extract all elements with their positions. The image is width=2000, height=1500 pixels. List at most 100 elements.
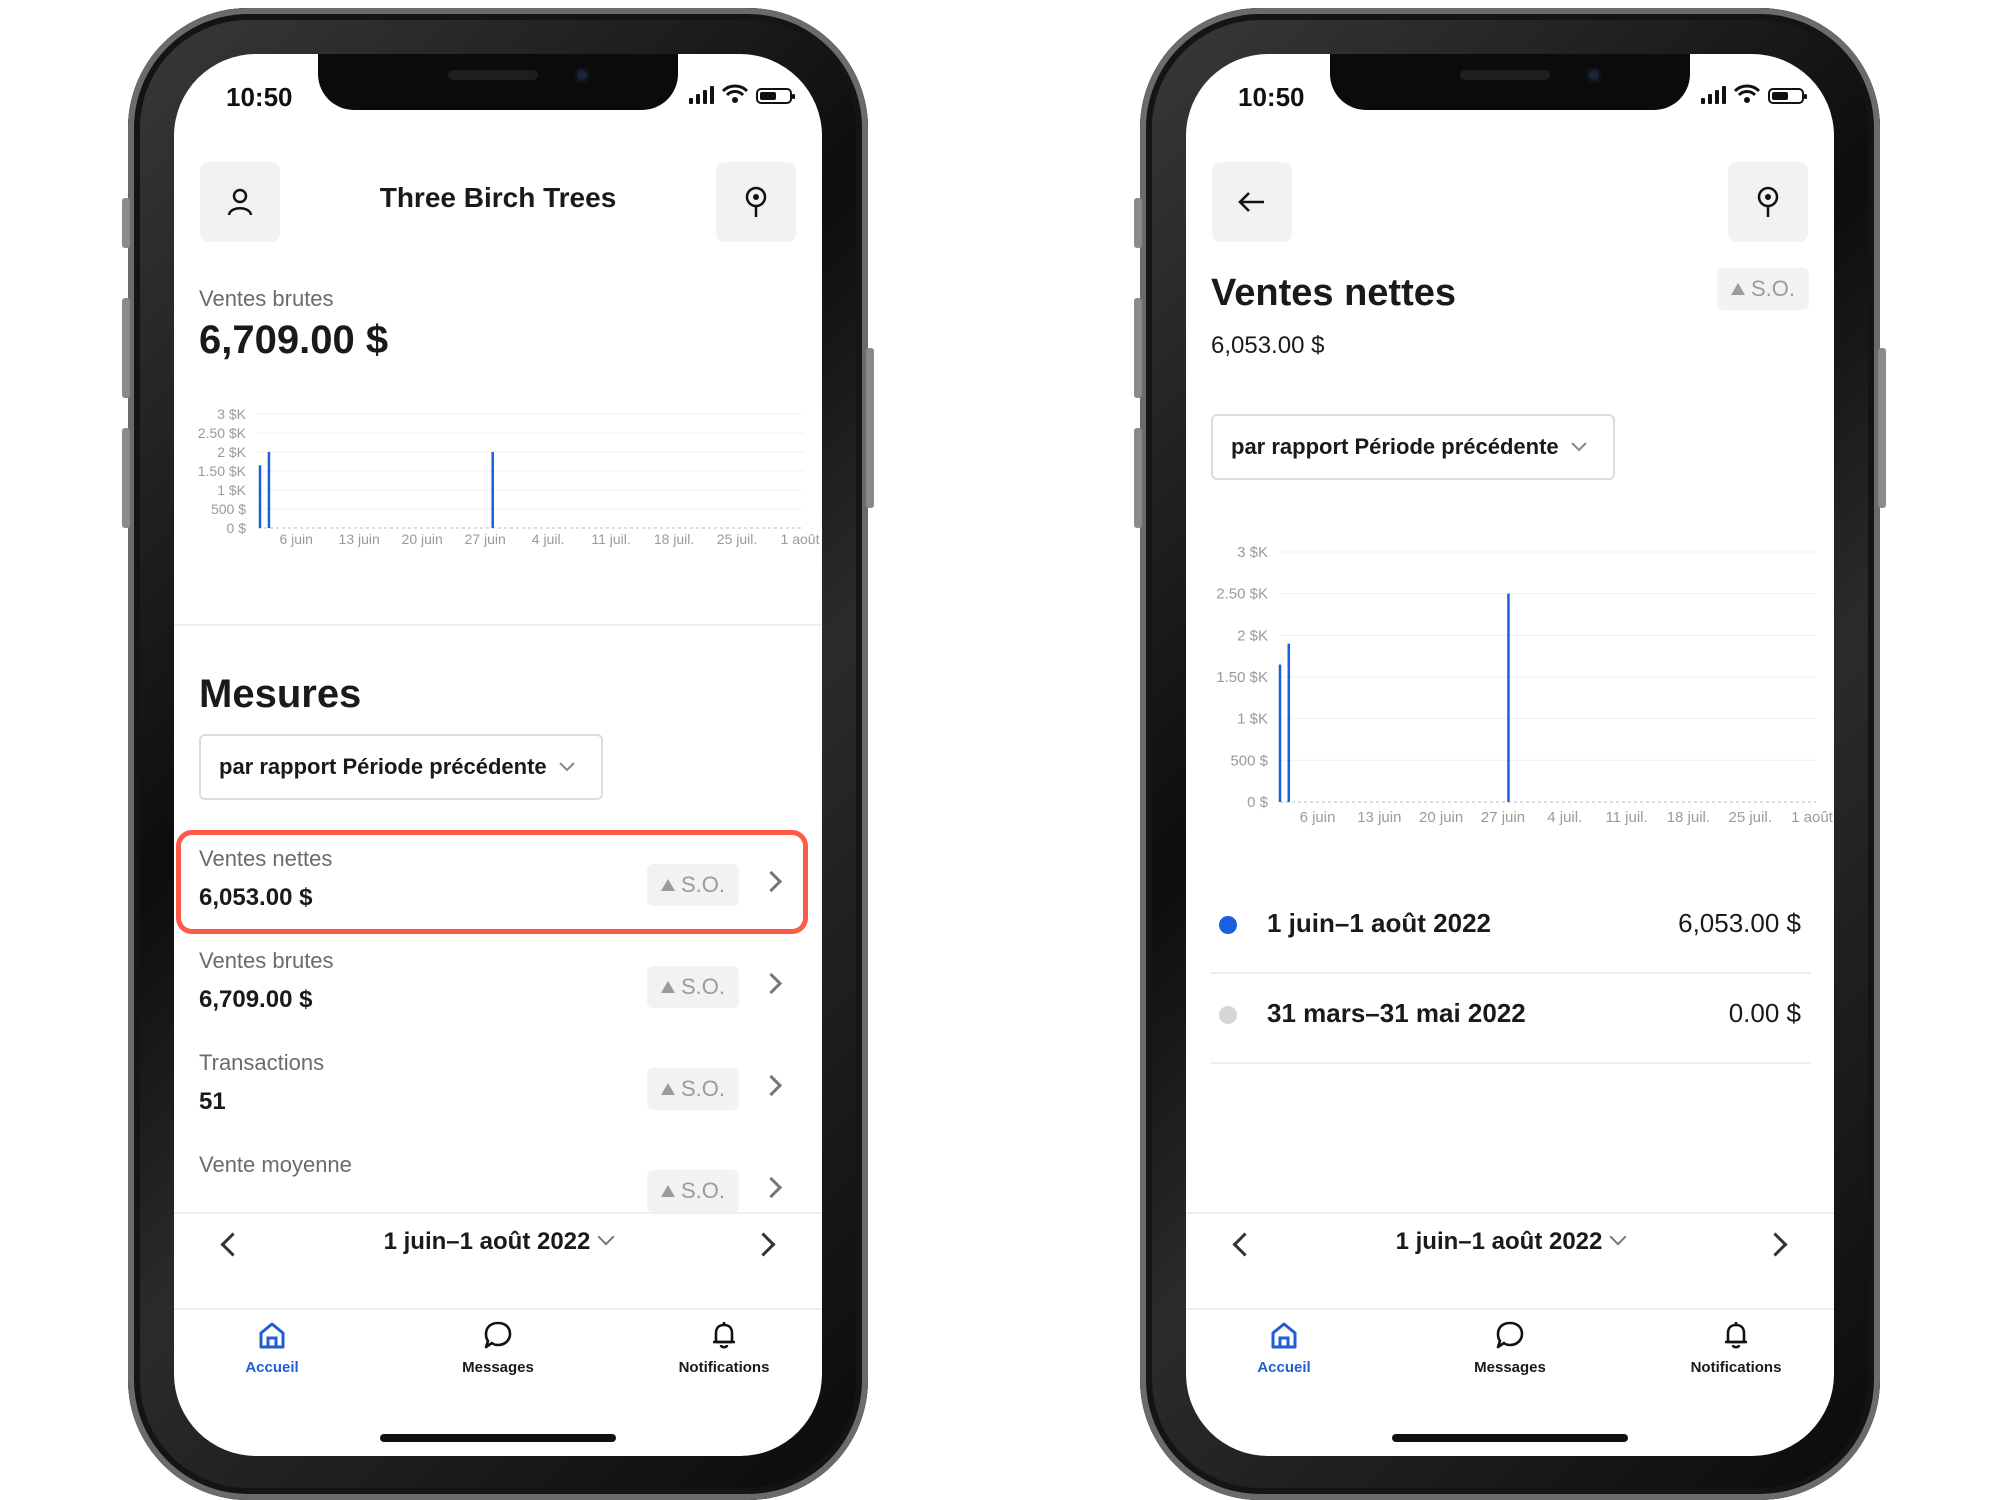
home-icon	[1271, 1322, 1297, 1349]
summary-label: Ventes brutes	[199, 286, 334, 311]
back-button[interactable]	[1212, 162, 1292, 242]
legend-value: 0.00 $	[1728, 998, 1801, 1028]
tab-messages[interactable]: Messages	[1420, 1320, 1600, 1376]
y-tick-label: 2.50 $K	[198, 425, 247, 441]
date-bar-divider	[174, 1212, 822, 1214]
tab-messages[interactable]: Messages	[408, 1320, 588, 1376]
change-badge: S.O.	[646, 1170, 739, 1212]
tab-home[interactable]: Accueil	[182, 1320, 362, 1376]
y-tick-label: 2 $K	[217, 444, 246, 460]
wifi-icon	[722, 84, 748, 103]
metric-row-average-sale[interactable]: Vente moyenne S.O.	[199, 1144, 799, 1212]
power-button	[1878, 348, 1886, 508]
location-button[interactable]	[1728, 162, 1808, 242]
volume-up-button	[1134, 298, 1142, 398]
bell-icon	[1725, 1322, 1747, 1349]
tabbar-divider	[1186, 1308, 1834, 1310]
y-tick-label: 0 $	[1247, 794, 1269, 811]
speaker	[1460, 70, 1550, 80]
x-tick-label: 1 août	[1791, 809, 1834, 826]
chevron-down-icon	[558, 762, 575, 772]
volume-up-button	[122, 298, 130, 398]
divider	[1211, 1062, 1811, 1064]
x-tick-label: 20 juin	[1419, 809, 1463, 826]
location-button[interactable]	[716, 162, 796, 242]
date-range-bar: 1 juin–1 août 2022	[174, 1216, 822, 1272]
metric-row-transactions[interactable]: Transactions 51 S.O.	[199, 1042, 799, 1132]
compare-dropdown-label: par rapport Période précédente	[219, 754, 547, 779]
x-tick-label: 13 juin	[339, 531, 380, 547]
metric-value: 6,709.00 $	[199, 986, 313, 1013]
date-range-bar: 1 juin–1 août 2022	[1186, 1216, 1834, 1272]
compare-dropdown[interactable]: par rapport Période précédente	[199, 734, 603, 800]
home-indicator	[1392, 1434, 1628, 1442]
camera	[574, 67, 590, 83]
battery-icon	[756, 88, 795, 104]
screen-right: 10:50 Ventes nettes 6,053.00 $ S.O. par …	[1186, 54, 1834, 1456]
metric-label: Transactions	[199, 1050, 325, 1075]
net-sales-chart-right: 3 $K 2.50 $K 2 $K 1.50 $K 1 $K 500 $ 0 $ 6 juin…	[1216, 544, 1834, 826]
tab-label: Messages	[462, 1359, 534, 1376]
speaker	[448, 70, 538, 80]
signal-icon	[689, 84, 714, 104]
x-tick-label: 13 juin	[1357, 809, 1401, 826]
volume-down-button	[1134, 428, 1142, 528]
change-badge: S.O.	[1716, 268, 1809, 310]
badge-text: S.O.	[1750, 276, 1795, 301]
volume-down-button	[122, 428, 130, 528]
status-time: 10:50	[226, 82, 293, 112]
home-indicator	[380, 1434, 616, 1442]
x-tick-label: 4 juil.	[532, 531, 565, 547]
legend-row-current: 1 juin–1 août 2022 6,053.00 $	[1211, 884, 1811, 974]
y-tick-label: 3 $K	[1237, 544, 1268, 561]
date-range-label: 1 juin–1 août 2022	[1395, 1228, 1603, 1255]
section-divider	[174, 624, 822, 626]
triangle-up-icon	[660, 981, 675, 993]
metric-label: Vente moyenne	[199, 1152, 352, 1177]
x-tick-label: 11 juil.	[1605, 809, 1647, 826]
chevron-right-icon	[760, 1176, 783, 1199]
x-tick-label: 6 juin	[1300, 809, 1336, 826]
x-tick-label: 11 juil.	[591, 531, 630, 547]
badge-text: S.O.	[680, 1076, 725, 1101]
section-title: Mesures	[199, 672, 362, 716]
tab-notifications[interactable]: Notifications	[634, 1320, 814, 1376]
x-tick-label: 1 août	[781, 531, 820, 547]
triangle-up-icon	[1730, 283, 1745, 295]
metric-label: Ventes brutes	[199, 948, 334, 973]
y-tick-label: 1 $K	[1237, 711, 1268, 728]
triangle-up-icon	[660, 1185, 675, 1197]
tab-notifications[interactable]: Notifications	[1646, 1320, 1826, 1376]
y-tick-label: 500 $	[211, 501, 246, 517]
triangle-up-icon	[660, 1083, 675, 1095]
compare-dropdown-label: par rapport Période précédente	[1231, 434, 1559, 459]
date-range-selector[interactable]: 1 juin–1 août 2022	[174, 1228, 822, 1256]
legend-label: 31 mars–31 mai 2022	[1267, 998, 1526, 1028]
badge-text: S.O.	[680, 1178, 725, 1203]
chat-bubble-icon	[484, 1321, 512, 1349]
highlight-box	[176, 830, 808, 934]
tab-home[interactable]: Accueil	[1194, 1320, 1374, 1376]
y-tick-label: 2 $K	[1237, 627, 1268, 644]
change-badge: S.O.	[646, 966, 739, 1008]
tab-bar: Accueil Messages Notifications	[174, 1320, 822, 1410]
power-button	[866, 348, 874, 508]
tabbar-divider	[174, 1308, 822, 1310]
arrow-left-icon	[1238, 192, 1264, 212]
camera	[1586, 67, 1602, 83]
y-tick-label: 2.50 $K	[1216, 586, 1268, 603]
location-pin-icon	[745, 186, 767, 217]
change-badge: S.O.	[646, 1068, 739, 1110]
signal-icon	[1701, 84, 1726, 104]
metric-row-gross-sales[interactable]: Ventes brutes 6,709.00 $ S.O.	[199, 940, 799, 1030]
x-tick-label: 18 juil.	[654, 531, 694, 547]
chevron-right-icon	[760, 972, 783, 995]
legend-row-previous: 31 mars–31 mai 2022 0.00 $	[1211, 974, 1811, 1064]
compare-dropdown[interactable]: par rapport Période précédente	[1211, 414, 1615, 480]
date-range-selector[interactable]: 1 juin–1 août 2022	[1186, 1228, 1834, 1256]
home-icon	[259, 1322, 285, 1349]
x-tick-label: 27 juin	[465, 531, 506, 547]
y-tick-label: 1.50 $K	[198, 463, 247, 479]
chevron-down-icon	[597, 1228, 615, 1246]
tab-label: Notifications	[1690, 1359, 1782, 1376]
